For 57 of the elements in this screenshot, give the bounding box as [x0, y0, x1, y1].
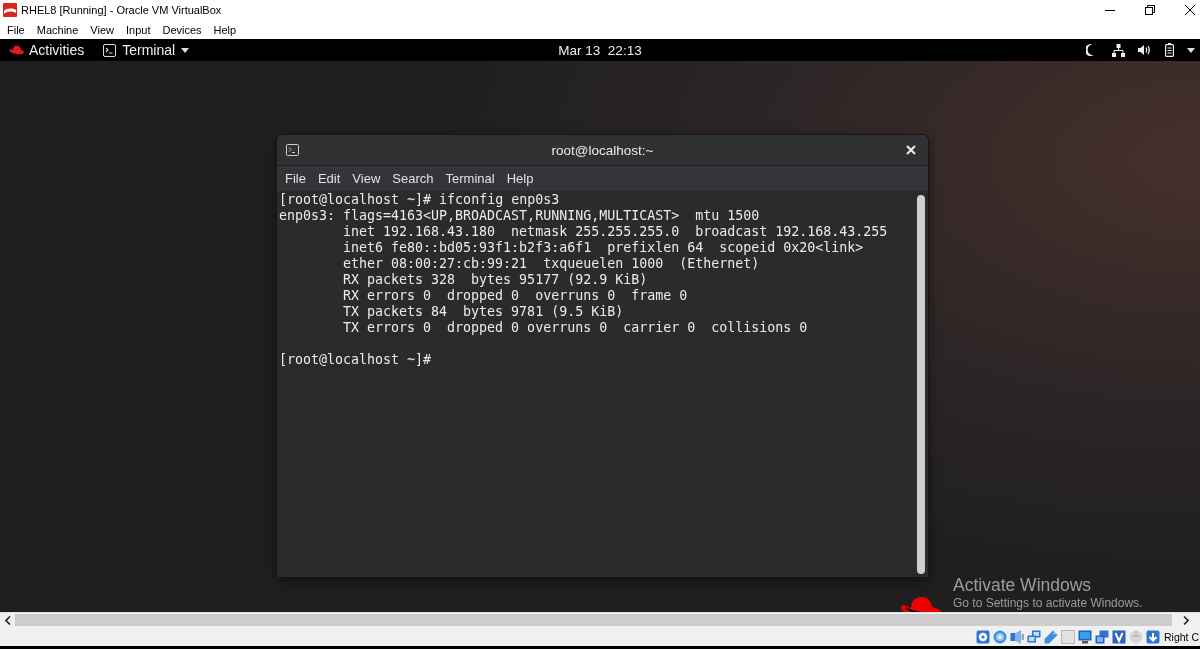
output-line: flags=4163<UP,BROADCAST,RUNNING,MULTICAST> mtu 1500 — [343, 208, 760, 224]
menu-item[interactable]: File — [1, 22, 31, 37]
clock-button[interactable]: Mar 13 22:13 — [554, 42, 646, 58]
menu-item[interactable]: View — [346, 169, 387, 188]
app-menu-button[interactable]: Terminal — [103, 42, 190, 58]
down-arrow-icon[interactable] — [1146, 629, 1160, 644]
restore-icon — [1145, 5, 1155, 15]
hat-icon — [9, 44, 24, 56]
pen-icon[interactable] — [1044, 629, 1058, 644]
activities-button[interactable]: Activities — [0, 42, 85, 58]
terminal-icon — [286, 144, 299, 156]
terminal-title: root@localhost:~ — [551, 142, 654, 158]
battery-icon[interactable] — [1165, 43, 1174, 57]
hard-disk-icon[interactable] — [976, 629, 990, 644]
overlapping-windows-icon[interactable] — [1095, 629, 1109, 644]
window-title: RHEL8 [Running] - Oracle VM VirtualBox — [21, 4, 222, 16]
scrollbar[interactable] — [917, 195, 925, 574]
optical-disc-icon[interactable] — [993, 629, 1007, 644]
output-line: inet6 fe80::bd05:93f1:b2f3:a6f1 prefixlen 64 scopeid 0x20<link> — [343, 240, 864, 256]
close-button[interactable] — [906, 145, 916, 155]
menu-item[interactable]: View — [84, 22, 120, 37]
output-line: RX packets 328 bytes 95177 (92.9 KiB) — [343, 272, 648, 288]
display-icon[interactable] — [1078, 629, 1092, 644]
network-icon[interactable] — [1112, 43, 1125, 57]
menu-item[interactable]: Help — [207, 22, 243, 37]
output-line: inet 192.168.43.180 netmask 255.255.255.0 broadcast 192.168.43.255 — [343, 224, 888, 240]
activation-message: Go to Settings to activate Windows. — [953, 596, 1143, 610]
scrollbar[interactable] — [15, 614, 1172, 626]
interface-name: enp0s3: — [279, 208, 336, 224]
volume-icon[interactable] — [1138, 44, 1152, 56]
menu-item[interactable]: Edit — [311, 169, 347, 188]
output-line: RX errors 0 dropped 0 overruns 0 frame 0 — [343, 288, 688, 304]
moon-icon[interactable] — [1086, 44, 1094, 56]
command-line: [root@localhost ~]# ifconfig enp0s3 — [279, 192, 560, 208]
terminal-icon — [103, 43, 117, 57]
menu-item[interactable]: Input — [119, 22, 157, 37]
output-line: ether 08:00:27:cb:99:21 txqueuelen 1000 (Ethernet) — [343, 256, 760, 272]
menu-item[interactable]: Devices — [156, 22, 208, 37]
app-icon — [3, 3, 17, 17]
menu-item[interactable]: File — [279, 169, 312, 188]
v-icon[interactable] — [1112, 629, 1126, 644]
close-icon — [1185, 5, 1195, 15]
menu-item[interactable]: Help — [500, 169, 540, 188]
menu-item[interactable]: Search — [386, 169, 440, 188]
activation-title: Activate Windows — [953, 575, 1092, 596]
close-icon — [906, 145, 916, 155]
menu-item[interactable]: Terminal — [439, 169, 501, 188]
host-key-label: Right C — [1164, 630, 1199, 643]
caret-icon — [181, 47, 190, 53]
prompt-line: [root@localhost ~]# — [279, 352, 432, 368]
menu-item[interactable]: Machine — [30, 22, 85, 37]
output-line: TX errors 0 dropped 0 overruns 0 carrier 0 collisions 0 — [343, 320, 808, 336]
speaker-icon[interactable] — [1010, 629, 1024, 644]
caret-icon[interactable] — [1187, 47, 1195, 53]
scroll-left-icon[interactable] — [4, 615, 11, 625]
output-line: TX packets 84 bytes 9781 (9.5 KiB) — [343, 304, 624, 320]
scroll-right-icon[interactable] — [1183, 615, 1189, 625]
